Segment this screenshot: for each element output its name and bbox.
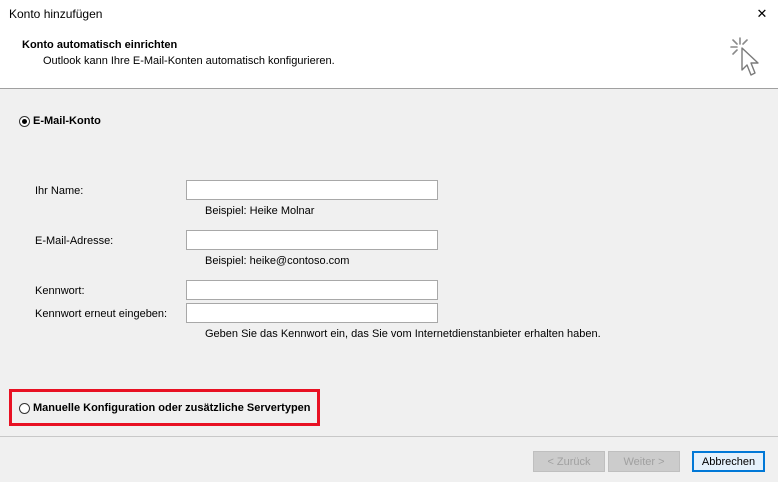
title-bar: Konto hinzufügen ✕ [0, 0, 778, 29]
email-input[interactable] [186, 230, 438, 250]
name-input[interactable] [186, 180, 438, 200]
password-confirm-label: Kennwort erneut eingeben: [35, 308, 168, 320]
manual-config-radio[interactable] [19, 403, 30, 414]
email-account-radio[interactable] [19, 116, 30, 127]
email-account-label[interactable]: E-Mail-Konto [33, 115, 101, 127]
close-icon: ✕ [756, 6, 768, 21]
email-hint: Beispiel: heike@contoso.com [205, 255, 350, 267]
header-subtitle: Outlook kann Ihre E-Mail-Konten automati… [43, 55, 335, 67]
password-input[interactable] [186, 280, 438, 300]
back-button[interactable]: < Zurück [533, 451, 605, 472]
next-button[interactable]: Weiter > [608, 451, 680, 472]
setup-wizard-cursor-icon [730, 37, 759, 76]
name-label: Ihr Name: [35, 185, 84, 197]
manual-config-label[interactable]: Manuelle Konfiguration oder zusätzliche … [33, 402, 311, 414]
email-label: E-Mail-Adresse: [35, 235, 114, 247]
name-hint: Beispiel: Heike Molnar [205, 205, 315, 217]
close-button[interactable]: ✕ [752, 4, 772, 24]
password-hint: Geben Sie das Kennwort ein, das Sie vom … [205, 328, 601, 340]
wizard-header: Konto automatisch einrichten Outlook kan… [0, 28, 778, 89]
window-title: Konto hinzufügen [9, 7, 103, 21]
password-label: Kennwort: [35, 285, 85, 297]
header-title: Konto automatisch einrichten [22, 39, 178, 51]
cancel-button[interactable]: Abbrechen [692, 451, 765, 472]
footer-separator [0, 436, 778, 437]
password-confirm-input[interactable] [186, 303, 438, 323]
